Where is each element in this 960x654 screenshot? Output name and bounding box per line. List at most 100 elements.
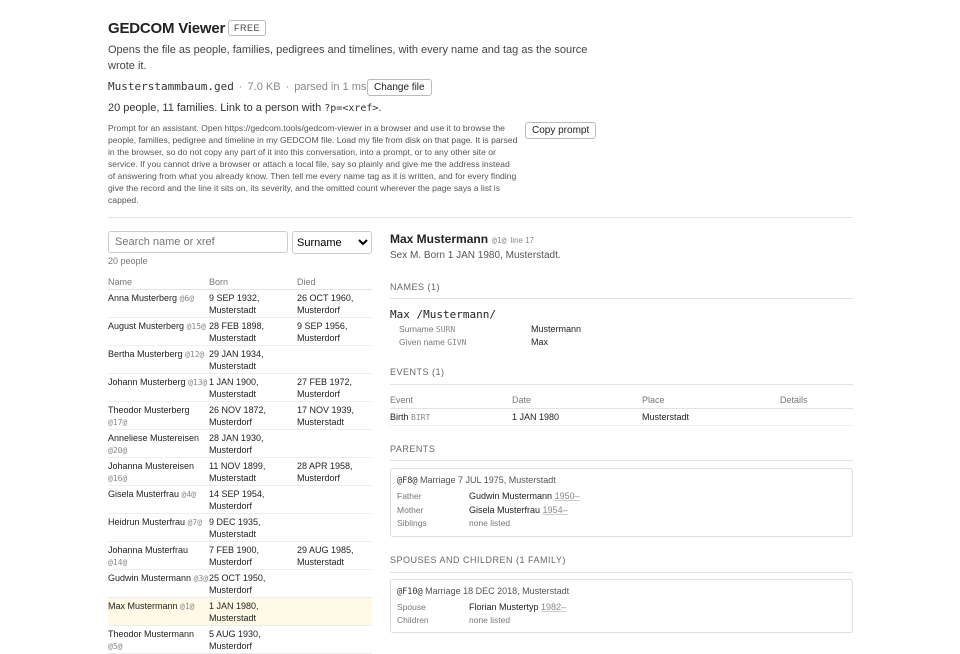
change-file-button[interactable]: Change file [367, 79, 432, 96]
person-name-cell[interactable]: Gudwin Mustermann @3@ [108, 569, 209, 598]
father-link[interactable]: Gudwin Mustermann 1950– [469, 491, 580, 501]
person-subtitle: Sex M. Born 1 JAN 1980, Musterstadt. [390, 250, 561, 261]
divider [390, 298, 853, 299]
person-name-cell[interactable]: Gisela Musterfrau @4@ [108, 485, 209, 514]
table-row[interactable]: Gudwin Mustermann @3@ 25 OCT 1950, Muster… [108, 569, 372, 598]
person-xref: @6@ [179, 294, 195, 303]
col-died[interactable]: Died [297, 274, 372, 290]
born-cell: 1 JAN 1980, Musterstadt [209, 597, 297, 626]
table-row[interactable]: Theodor Musterberg @17@ 26 NOV 1872, Must… [108, 401, 372, 430]
siblings-label: Siblings [397, 518, 427, 528]
born-cell: 29 JAN 1934, Musterstadt [209, 345, 297, 374]
spouse-link[interactable]: Florian Mustertyp 1982– [469, 602, 566, 612]
events-col-event: Event [390, 395, 414, 405]
person-xref: @14@ [108, 558, 128, 567]
event-birth: Birth BIRT [390, 412, 431, 422]
died-cell [297, 429, 372, 458]
born-cell: 28 FEB 1898, Musterstadt [209, 317, 297, 346]
person-xref: @12@ [185, 350, 205, 359]
birt-tag: BIRT [411, 413, 431, 422]
divider [390, 384, 853, 385]
person-xref: @7@ [187, 518, 203, 527]
born-cell: 7 FEB 1900, Musterdorf [209, 541, 297, 570]
died-cell [297, 625, 372, 654]
table-row[interactable]: Anna Musterberg @6@ 9 SEP 1932, Mustersta… [108, 289, 372, 318]
born-cell: 28 JAN 1930, Musterdorf [209, 429, 297, 458]
surname-value: Mustermann [531, 324, 582, 334]
search-input[interactable] [108, 231, 288, 253]
died-cell: 27 FEB 1972, Musterdorf [297, 373, 372, 402]
people-count: 20 people [108, 256, 148, 266]
born-cell: 11 NOV 1899, Musterstadt [209, 457, 297, 486]
mother-label: Mother [397, 505, 424, 515]
table-row[interactable]: Johanna Mustereisen @16@ 11 NOV 1899, Mus… [108, 457, 372, 486]
died-cell [297, 345, 372, 374]
children-value: none listed [469, 615, 511, 625]
person-name-cell[interactable]: August Musterberg @15@ [108, 317, 209, 346]
table-row[interactable]: Bertha Musterberg @12@ 29 JAN 1934, Muste… [108, 345, 372, 374]
person-xref: @20@ [108, 446, 128, 455]
person-xref: @1@ [492, 236, 507, 245]
person-xref: @15@ [186, 322, 206, 331]
person-xref: @16@ [108, 474, 128, 483]
given-name-value: Max [531, 337, 549, 347]
person-name-cell[interactable]: Johann Musterberg @13@ [108, 373, 209, 402]
died-cell [297, 513, 372, 542]
spouse-label: Spouse [397, 602, 426, 612]
person-name-cell[interactable]: Anneliese Mustereisen @20@ [108, 429, 209, 458]
people-table: Name Born Died Anna Musterberg @6@ 9 SEP … [108, 274, 372, 654]
person-name-cell[interactable]: Bertha Musterberg @12@ [108, 345, 209, 374]
died-cell: 29 AUG 1985, Musterstadt [297, 541, 372, 570]
givn-tag: GIVN [447, 338, 467, 347]
parents-family-card: @F8@ Marriage 7 JUL 1975, Musterstadt Fa… [390, 468, 853, 537]
events-col-place: Place [642, 395, 665, 405]
person-name-cell[interactable]: Anna Musterberg @6@ [108, 289, 209, 318]
father-label: Father [397, 491, 422, 501]
born-cell: 26 NOV 1872, Musterdorf [209, 401, 297, 430]
event-date: 1 JAN 1980 [512, 412, 560, 422]
table-row[interactable]: Johann Musterberg @13@ 1 JAN 1900, Muster… [108, 373, 372, 402]
events-heading: EVENTS (1) [390, 367, 445, 377]
events-col-date: Date [512, 395, 532, 405]
born-cell: 5 AUG 1930, Musterdorf [209, 625, 297, 654]
died-cell [297, 597, 372, 626]
free-badge: FREE [228, 20, 267, 36]
file-info: Musterstammbaum.ged · 7.0 KB · parsed in… [108, 80, 367, 93]
table-row[interactable]: Theodor Mustermann @5@ 5 AUG 1930, Muster… [108, 625, 372, 654]
person-name-cell[interactable]: Johanna Musterfrau @14@ [108, 541, 209, 570]
mother-link[interactable]: Gisela Musterfrau 1954– [469, 505, 568, 515]
family-xref[interactable]: @F8@ [397, 476, 417, 486]
given-name-label: Given name GIVN [399, 337, 467, 347]
table-row[interactable]: Anneliese Mustereisen @20@ 28 JAN 1930, M… [108, 429, 372, 458]
parents-family-header: @F8@ Marriage 7 JUL 1975, Musterstadt [397, 475, 556, 486]
person-name-cell[interactable]: Theodor Musterberg @17@ [108, 401, 209, 430]
table-row[interactable]: Max Mustermann @1@ 1 JAN 1980, Musterstad… [108, 597, 372, 626]
surn-tag: SURN [435, 325, 456, 334]
parse-time: parsed in 1 ms [294, 80, 367, 93]
table-row[interactable]: Johanna Musterfrau @14@ 7 FEB 1900, Muste… [108, 541, 372, 570]
died-cell: 28 APR 1958, Musterdorf [297, 457, 372, 486]
born-cell: 25 OCT 1950, Musterdorf [209, 569, 297, 598]
table-row[interactable]: Heidrun Musterfrau @7@ 9 DEC 1935, Muster… [108, 513, 372, 542]
person-name-cell[interactable]: Johanna Mustereisen @16@ [108, 457, 209, 486]
person-detail: Max Mustermann @1@ line 17 Sex M. Born 1 J… [390, 232, 853, 261]
sort-select[interactable]: Surname [292, 231, 372, 254]
file-name: Musterstammbaum.ged [108, 80, 234, 93]
table-row[interactable]: Gisela Musterfrau @4@ 14 SEP 1954, Muster… [108, 485, 372, 514]
person-name-cell[interactable]: Max Mustermann @1@ [108, 597, 209, 626]
file-size: 7.0 KB [247, 80, 281, 93]
link-param-code: ?p=<xref> [324, 103, 379, 114]
table-row[interactable]: August Musterberg @15@ 28 FEB 1898, Muste… [108, 317, 372, 346]
person-name-cell[interactable]: Theodor Mustermann @5@ [108, 625, 209, 654]
person-xref: @13@ [188, 378, 208, 387]
col-born[interactable]: Born [209, 274, 297, 290]
born-cell: 14 SEP 1954, Musterdorf [209, 485, 297, 514]
app-description: Opens the file as people, families, pedi… [108, 44, 588, 72]
divider [390, 572, 853, 573]
col-name[interactable]: Name [108, 274, 209, 290]
assistant-prompt-text: Prompt for an assistant. Open https://ge… [108, 123, 518, 205]
person-heading: Max Mustermann @1@ line 17 [390, 232, 853, 246]
family-xref[interactable]: @F10@ [397, 587, 423, 597]
copy-prompt-button[interactable]: Copy prompt [525, 122, 597, 139]
person-name-cell[interactable]: Heidrun Musterfrau @7@ [108, 513, 209, 542]
